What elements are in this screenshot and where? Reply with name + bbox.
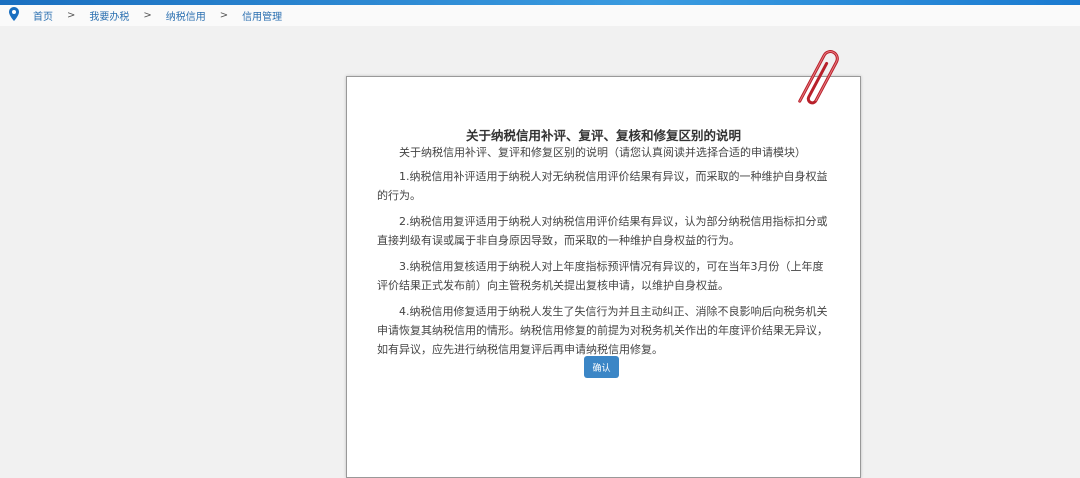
breadcrumb: 首页 > 我要办税 > 纳税信用 > 信用管理 [0, 5, 1080, 26]
breadcrumb-tax-services[interactable]: 我要办税 [89, 8, 129, 23]
notice-paragraph: 2.纳税信用复评适用于纳税人对纳税信用评价结果有异议，认为部分纳税信用指标扣分或… [377, 215, 828, 247]
breadcrumb-separator: > [219, 10, 229, 21]
paperclip-icon [798, 50, 839, 105]
breadcrumb-separator: > [143, 10, 152, 21]
location-pin-icon [9, 6, 19, 21]
breadcrumb-home[interactable]: 首页 [33, 8, 53, 23]
notice-paragraph: 4.纳税信用修复适用于纳税人发生了失信行为并且主动纠正、消除不良影响后向税务机关… [377, 305, 828, 356]
notice-paragraph: 1.纳税信用补评适用于纳税人对无纳税信用评价结果有异议，而采取的一种维护自身权益… [377, 170, 828, 202]
notice-paragraph: 3.纳税信用复核适用于纳税人对上年度指标预评情况有异议的，可在当年3月份（上年度… [377, 260, 824, 292]
breadcrumb-separator: > [67, 10, 76, 21]
breadcrumb-credit-management[interactable]: 信用管理 [242, 8, 282, 23]
confirm-button[interactable]: 确认 [584, 356, 619, 378]
notice-panel: 关于纳税信用补评、复评、复核和修复区别的说明 关于纳税信用补评、复评和修复区别的… [346, 76, 861, 478]
breadcrumb-tax-credit[interactable]: 纳税信用 [166, 8, 206, 23]
notice-body: 关于纳税信用补评、复评和修复区别的说明（请您认真阅读并选择合适的申请模块） 1.… [377, 143, 832, 366]
notice-subtitle: 关于纳税信用补评、复评和修复区别的说明（请您认真阅读并选择合适的申请模块） [399, 146, 806, 159]
notice-title: 关于纳税信用补评、复评、复核和修复区别的说明 [465, 128, 741, 143]
